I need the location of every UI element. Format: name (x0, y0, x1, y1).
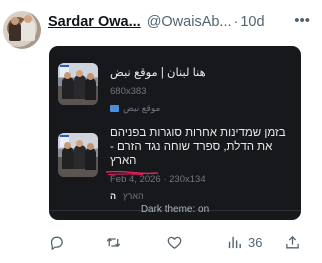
haaretz-icon: ה (110, 190, 117, 201)
link-card[interactable]: هنا لبنان | موقع نبض 680x383 موقع نبض (58, 60, 286, 114)
more-horizontal-icon[interactable]: ••• (294, 13, 310, 28)
link-card[interactable]: בזמן שמדינות אחרות סוגרות בפניהם את הדלת… (58, 126, 286, 201)
reply-button[interactable] (48, 232, 65, 252)
card-source-label: موقع نبض (123, 103, 161, 113)
timestamp[interactable]: 10d (240, 14, 264, 30)
embedded-link-preview[interactable]: هنا لبنان | موقع نبض 680x383 موقع نبض בז… (49, 46, 301, 220)
separator-dot: · (233, 14, 239, 30)
retweet-icon (106, 237, 121, 247)
like-button[interactable] (166, 232, 183, 252)
tweet-header: Sardar Owa... @OwaisAb... · 10d ••• (48, 13, 314, 31)
author-handle[interactable]: @OwaisAb... (147, 14, 232, 30)
views-count: 36 (248, 234, 263, 250)
author-name[interactable]: Sardar Owa... (48, 14, 141, 30)
card-text: هنا لبنان | موقع نبض 680x383 موقع نبض (110, 60, 286, 114)
theme-status: Dark theme: on (140, 204, 210, 215)
card-thumbnail (58, 133, 98, 177)
views-button[interactable]: 36 (226, 232, 262, 252)
retweet-button[interactable] (105, 232, 122, 252)
avatar-face-left (11, 17, 19, 25)
card-text: בזמן שמדינות אחרות סוגרות בפניהם את הדלת… (110, 126, 286, 201)
card-source: موقع نبض (110, 103, 286, 114)
card-title[interactable]: هنا لبنان | موقع نبض (110, 66, 286, 80)
card-meta: 680x383 (110, 86, 147, 97)
card-thumbnail (58, 63, 98, 105)
avatar-face-right (24, 15, 32, 23)
card-title[interactable]: בזמן שמדינות אחרות סוגרות בפניהם את הדלת… (110, 126, 286, 168)
tweet[interactable]: Sardar Owa... @OwaisAb... · 10d ••• هنا … (0, 0, 322, 263)
avatar[interactable] (3, 11, 41, 49)
heart-icon (167, 236, 182, 249)
blue-site-icon (110, 105, 119, 112)
red-annotation-underline (105, 170, 159, 175)
views-bar-chart-icon (228, 236, 241, 248)
share-button[interactable] (284, 232, 301, 252)
card-source-label: הארץ (123, 191, 144, 201)
card-source: ה הארץ (110, 191, 286, 201)
reply-icon (50, 236, 63, 250)
share-icon (286, 235, 299, 248)
tweet-actions: 36 (48, 232, 316, 252)
